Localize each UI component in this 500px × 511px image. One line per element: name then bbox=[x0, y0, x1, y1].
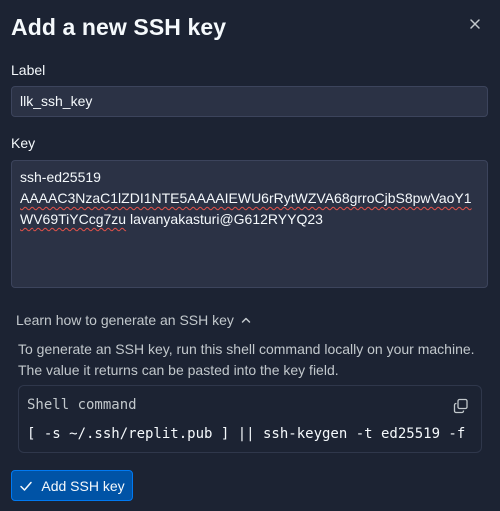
close-icon[interactable] bbox=[466, 15, 484, 33]
chevron-up-icon bbox=[241, 317, 251, 323]
key-textarea[interactable]: ssh-ed25519 AAAAC3NzaC1lZDI1NTE5AAAAIEWU… bbox=[11, 160, 488, 288]
label-field-label: Label bbox=[11, 62, 46, 78]
learn-how-toggle[interactable]: Learn how to generate an SSH key bbox=[16, 312, 252, 328]
shell-command-box: Shell command [ -s ~/.ssh/replit.pub ] |… bbox=[18, 385, 482, 453]
add-ssh-key-button[interactable]: Add SSH key bbox=[11, 470, 133, 501]
key-line-type: ssh-ed25519 bbox=[20, 169, 101, 185]
add-ssh-key-label: Add SSH key bbox=[41, 477, 125, 494]
learn-how-label: Learn how to generate an SSH key bbox=[16, 312, 234, 328]
label-input[interactable]: llk_ssh_key bbox=[11, 86, 488, 117]
key-line-body-end: V69TiYCcg7zu bbox=[33, 211, 127, 227]
shell-command-text[interactable]: [ -s ~/.ssh/replit.pub ] || ssh-keygen -… bbox=[27, 426, 467, 442]
key-field-label: Key bbox=[11, 135, 36, 151]
copy-icon[interactable] bbox=[453, 398, 469, 414]
help-text: To generate an SSH key, run this shell c… bbox=[18, 341, 475, 378]
add-ssh-key-modal: Add a new SSH key Label llk_ssh_key Key … bbox=[0, 0, 500, 511]
check-icon bbox=[20, 481, 33, 491]
key-line-comment: lavanyakasturi@G612RYYQ23 bbox=[126, 211, 323, 227]
modal-title: Add a new SSH key bbox=[11, 14, 227, 40]
shell-command-title: Shell command bbox=[27, 397, 137, 413]
